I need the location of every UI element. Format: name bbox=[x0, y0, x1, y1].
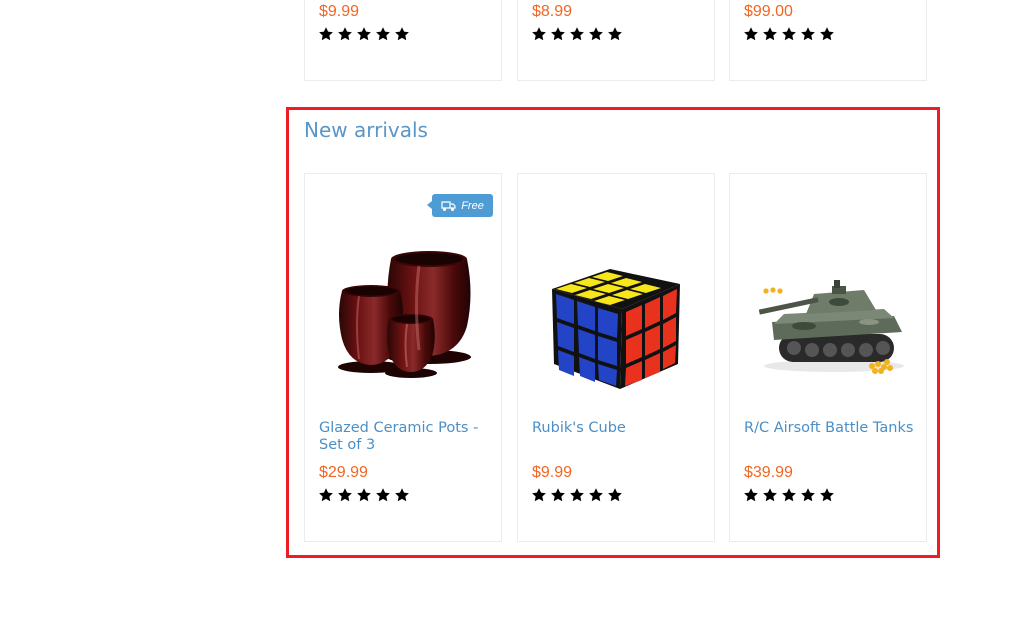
rc-tank-image[interactable] bbox=[744, 214, 914, 404]
star-icon bbox=[356, 26, 372, 42]
star-icon bbox=[819, 26, 835, 42]
product-card[interactable]: $99.00 bbox=[729, 0, 927, 81]
star-icon[interactable] bbox=[531, 487, 547, 503]
star-icon bbox=[318, 26, 334, 42]
star-icon[interactable] bbox=[550, 487, 566, 503]
star-icon bbox=[607, 26, 623, 42]
product-price: $29.99 bbox=[319, 464, 368, 481]
product-price: $39.99 bbox=[744, 464, 793, 481]
star-icon[interactable] bbox=[800, 487, 816, 503]
product-card[interactable]: $9.99 bbox=[304, 0, 502, 81]
star-icon[interactable] bbox=[569, 487, 585, 503]
rating-stars[interactable] bbox=[318, 487, 410, 503]
star-icon bbox=[743, 26, 759, 42]
rubiks-cube-image[interactable] bbox=[532, 214, 702, 404]
star-icon bbox=[375, 26, 391, 42]
star-icon[interactable] bbox=[394, 487, 410, 503]
star-icon bbox=[531, 26, 547, 42]
star-icon bbox=[800, 26, 816, 42]
rating-stars[interactable] bbox=[743, 487, 835, 503]
star-icon bbox=[781, 26, 797, 42]
product-card[interactable]: Rubik's Cube $9.99 bbox=[517, 173, 715, 542]
product-title-link[interactable]: R/C Airsoft Battle Tanks bbox=[744, 420, 914, 437]
product-card[interactable]: R/C Airsoft Battle Tanks $39.99 bbox=[729, 173, 927, 542]
product-title-link[interactable]: Rubik's Cube bbox=[532, 420, 702, 437]
product-title-link[interactable]: Glazed Ceramic Pots - Set of 3 bbox=[319, 420, 489, 454]
star-icon[interactable] bbox=[375, 487, 391, 503]
star-icon bbox=[569, 26, 585, 42]
product-price: $9.99 bbox=[319, 3, 360, 20]
product-price: $8.99 bbox=[532, 3, 573, 20]
badge-label: Free bbox=[461, 199, 484, 212]
star-icon[interactable] bbox=[781, 487, 797, 503]
star-icon[interactable] bbox=[743, 487, 759, 503]
star-icon[interactable] bbox=[588, 487, 604, 503]
product-price: $9.99 bbox=[532, 464, 573, 481]
star-icon bbox=[588, 26, 604, 42]
star-icon bbox=[762, 26, 778, 42]
rating-stars[interactable] bbox=[531, 487, 623, 503]
product-card[interactable]: $8.99 bbox=[517, 0, 715, 81]
star-icon bbox=[394, 26, 410, 42]
star-icon[interactable] bbox=[337, 487, 353, 503]
star-icon[interactable] bbox=[819, 487, 835, 503]
ceramic-pots-image[interactable] bbox=[319, 214, 489, 404]
truck-icon bbox=[441, 200, 456, 211]
star-icon[interactable] bbox=[607, 487, 623, 503]
star-icon[interactable] bbox=[318, 487, 334, 503]
star-icon bbox=[550, 26, 566, 42]
rating-stars bbox=[318, 26, 410, 42]
rating-stars bbox=[531, 26, 623, 42]
product-card[interactable]: Free Glazed Ceramic Pots - Set of 3 $29.… bbox=[304, 173, 502, 542]
section-title: New arrivals bbox=[304, 118, 428, 142]
product-price: $99.00 bbox=[744, 3, 793, 20]
star-icon bbox=[337, 26, 353, 42]
star-icon[interactable] bbox=[356, 487, 372, 503]
rating-stars bbox=[743, 26, 835, 42]
star-icon[interactable] bbox=[762, 487, 778, 503]
